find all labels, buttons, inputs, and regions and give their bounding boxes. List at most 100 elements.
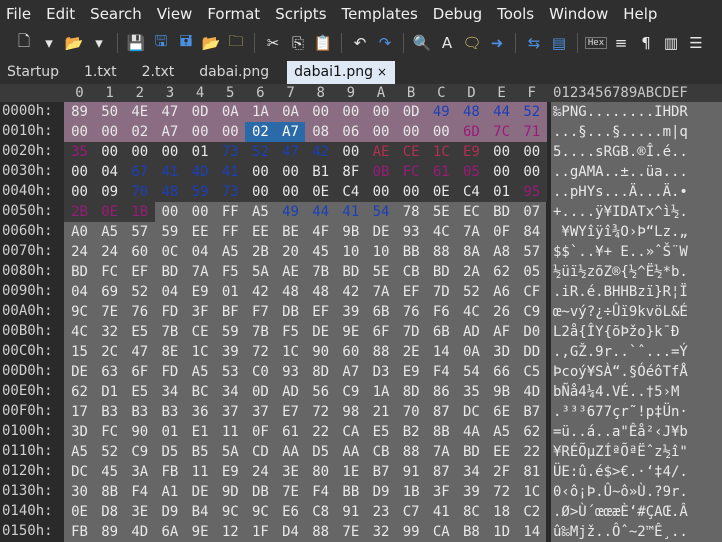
cut-icon[interactable]: ✂ [263, 33, 283, 53]
hex-byte[interactable]: 3E [275, 462, 306, 482]
ascii-row[interactable]: L2å{ÎY{õÞžo}k­¯Ð [553, 322, 679, 342]
hex-byte[interactable]: 48 [305, 282, 336, 302]
hex-byte[interactable]: D5 [154, 442, 185, 462]
hex-byte[interactable]: FD [154, 302, 185, 322]
hex-byte[interactable]: E5 [124, 322, 155, 342]
hex-byte[interactable]: D9 [154, 502, 185, 522]
hex-byte[interactable]: E9 [185, 282, 216, 302]
hex-byte[interactable]: 0E [305, 182, 337, 202]
hex-byte[interactable]: 4C [426, 222, 457, 242]
hex-byte[interactable]: 2C [94, 342, 125, 362]
hex-byte[interactable]: 9C [64, 302, 95, 322]
hex-byte[interactable]: DD [516, 342, 547, 362]
hex-byte[interactable]: F6 [426, 302, 457, 322]
hex-byte[interactable]: 08 [305, 122, 337, 142]
hex-byte[interactable]: 05 [455, 162, 487, 182]
hex-byte[interactable]: 57 [516, 242, 547, 262]
hex-byte[interactable]: 00 [395, 182, 427, 202]
hex-byte[interactable]: BD [154, 262, 185, 282]
hex-byte[interactable]: 88 [366, 342, 397, 362]
ascii-row[interactable]: .Ø>Ù´œœæÈ‘#ÇAŒ.Â [553, 502, 688, 522]
hex-byte[interactable]: 93 [275, 362, 306, 382]
hex-byte[interactable]: 7A [185, 262, 216, 282]
ascii-row[interactable]: ¥RÉÕµZÍªÕªËˆz½î" [553, 442, 688, 462]
hex-byte[interactable]: F7 [245, 302, 276, 322]
paragraph-icon[interactable]: ¶ [636, 33, 656, 53]
tab-dabai-png[interactable]: dabai.png [192, 61, 277, 84]
hex-byte[interactable]: 9C [215, 502, 246, 522]
hex-byte[interactable]: A7 [154, 122, 186, 142]
hex-byte[interactable]: 54 [456, 362, 487, 382]
hex-byte[interactable]: 7E [94, 302, 125, 322]
hex-byte[interactable]: A5 [64, 442, 95, 462]
hex-byte[interactable]: 01 [215, 282, 246, 302]
ascii-row[interactable]: Þcoý¥SÀ“.§ÓéôTfÅ [553, 362, 688, 382]
menu-item-view[interactable]: View [157, 5, 193, 23]
hex-byte[interactable]: 5E [426, 202, 457, 222]
hex-byte[interactable]: 8E [154, 342, 185, 362]
hex-byte[interactable]: FD [154, 362, 185, 382]
hex-byte[interactable]: 42 [305, 142, 337, 162]
hex-byte[interactable]: CF [516, 282, 547, 302]
open-folder-icon[interactable]: 📂 [64, 33, 84, 53]
templates-icon[interactable]: ▤ [549, 33, 569, 53]
hex-byte[interactable]: C4 [455, 182, 487, 202]
redo-icon[interactable]: ↷ [375, 33, 395, 53]
list-icon[interactable]: ☰ [686, 33, 706, 53]
save-as-icon[interactable]: 🖫 [151, 32, 171, 53]
hex-byte[interactable]: 2A [456, 262, 487, 282]
hex-byte[interactable]: E9 [396, 362, 427, 382]
hex-byte[interactable]: C9 [335, 382, 366, 402]
hex-byte[interactable]: 1A [244, 102, 276, 122]
hex-byte[interactable]: 00 [185, 202, 216, 222]
hex-byte[interactable]: 02 [244, 122, 276, 142]
chevron-down-icon[interactable]: ▾ [39, 33, 59, 53]
hex-byte[interactable]: 17 [64, 402, 95, 422]
hex-byte[interactable]: FF [215, 222, 246, 242]
hex-byte[interactable]: 0E [94, 202, 126, 222]
hex-byte[interactable]: DB [245, 482, 276, 502]
ascii-row[interactable]: bÑå4¼4.­VÉ..†5›M [553, 382, 679, 402]
hex-byte[interactable]: 1C [425, 142, 457, 162]
hex-byte[interactable]: E6 [275, 502, 306, 522]
hex-byte[interactable]: AD [456, 322, 487, 342]
hex-byte[interactable]: 0B [365, 162, 397, 182]
hex-byte[interactable]: 23 [366, 502, 397, 522]
hex-byte[interactable]: 00 [395, 122, 427, 142]
hex-byte[interactable]: 59 [184, 182, 216, 202]
hex-byte[interactable]: 90 [305, 342, 336, 362]
hex-byte[interactable]: 7B [305, 262, 336, 282]
menu-item-search[interactable]: Search [90, 5, 142, 23]
hex-byte[interactable]: 00 [275, 162, 307, 182]
hex-byte[interactable]: 80 [305, 462, 336, 482]
hex-byte[interactable]: C0 [245, 362, 276, 382]
hex-editor[interactable]: 0123456789ABCDEF 0123456789ABCDEF 0000h:… [0, 84, 722, 542]
hex-byte[interactable]: 04 [154, 282, 185, 302]
hex-byte[interactable]: 0E [64, 502, 95, 522]
hex-byte[interactable]: 26 [486, 302, 517, 322]
hex-byte[interactable]: 73 [214, 142, 246, 162]
hex-byte[interactable]: 56 [305, 382, 336, 402]
hex-byte[interactable]: 9B [486, 382, 517, 402]
hex-byte[interactable]: 45 [305, 242, 336, 262]
hex-byte[interactable]: AE [275, 262, 306, 282]
find-icon[interactable]: 🔍 [412, 33, 432, 53]
hex-byte[interactable]: 76 [396, 302, 427, 322]
hex-byte[interactable]: BB [335, 482, 366, 502]
hex-byte[interactable]: A6 [486, 282, 517, 302]
hex-byte[interactable]: CA [426, 522, 457, 542]
hex-byte[interactable]: BF [215, 302, 246, 322]
hex-byte[interactable]: 00 [214, 122, 246, 142]
hex-byte[interactable]: 34 [215, 382, 246, 402]
hex-byte[interactable]: 00 [275, 182, 307, 202]
hex-byte[interactable]: 05 [516, 262, 547, 282]
ascii-row[interactable]: .,GŽ.9r..`ˆ...=Ý [553, 342, 688, 362]
hex-byte[interactable]: DE [366, 222, 397, 242]
paste-icon[interactable]: 📋 [313, 33, 333, 53]
hex-byte[interactable]: 35 [456, 382, 487, 402]
hex-byte[interactable]: 1A [366, 382, 397, 402]
hex-byte[interactable]: E1 [185, 422, 216, 442]
hex-byte[interactable]: 48 [275, 282, 306, 302]
hex-byte[interactable]: 48 [455, 102, 487, 122]
hex-byte[interactable]: 39 [215, 342, 246, 362]
